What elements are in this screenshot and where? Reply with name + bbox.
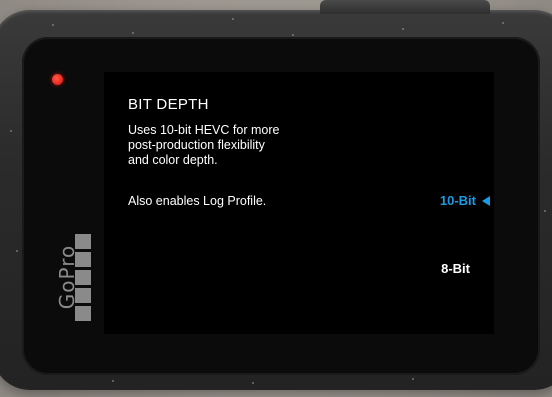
menu-description: Uses 10-bit HEVC for more post-productio… — [128, 123, 280, 167]
body-speckle — [502, 22, 504, 24]
camera-scene: GoPro BIT DEPTH Uses 10-bit HEVC for mor… — [0, 0, 552, 397]
body-speckle — [402, 28, 404, 30]
body-speckle — [232, 18, 234, 20]
body-speckle — [16, 250, 18, 252]
menu-note: Also enables Log Profile. — [128, 194, 267, 208]
shutter-button[interactable] — [320, 0, 490, 14]
option-label: 10-Bit — [439, 193, 476, 208]
body-speckle — [412, 378, 414, 380]
body-speckle — [112, 380, 114, 382]
body-speckle — [10, 130, 12, 132]
body-speckle — [52, 24, 54, 26]
option-8-bit[interactable]: 8-Bit — [441, 261, 470, 276]
camera-display: BIT DEPTH Uses 10-bit HEVC for more post… — [104, 72, 494, 334]
option-label: 8-Bit — [441, 261, 470, 276]
recording-light-icon — [52, 74, 63, 85]
body-speckle — [252, 382, 254, 384]
menu-title: BIT DEPTH — [128, 96, 209, 113]
body-speckle — [132, 32, 134, 34]
body-speckle — [544, 210, 546, 212]
caret-left-icon — [482, 195, 490, 206]
body-speckle — [292, 34, 294, 36]
gopro-logo: GoPro — [55, 232, 91, 324]
option-10-bit[interactable]: 10-Bit — [440, 193, 490, 208]
logo-blocks-icon — [75, 234, 91, 322]
